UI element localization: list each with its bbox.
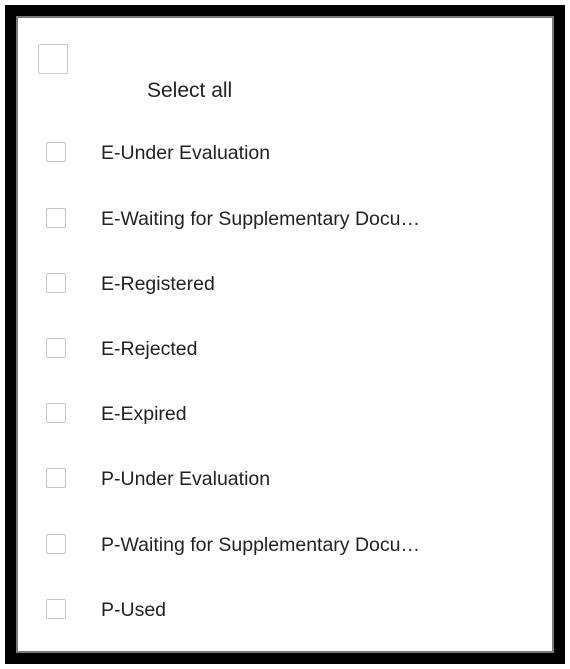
option-p-used[interactable]: P-Used	[18, 593, 552, 643]
option-e-rejected[interactable]: E-Rejected	[18, 332, 552, 382]
option-checkbox[interactable]	[46, 599, 66, 619]
option-e-waiting-for-supplementary-documents[interactable]: E-Waiting for Supplementary Docu…	[18, 202, 552, 252]
option-checkbox[interactable]	[46, 142, 66, 162]
option-checkbox[interactable]	[46, 273, 66, 293]
option-checkbox[interactable]	[46, 338, 66, 358]
option-label: P-Waiting for Supplementary Docu…	[101, 534, 420, 556]
option-checkbox[interactable]	[46, 534, 66, 554]
option-label: P-Under Evaluation	[101, 468, 271, 490]
option-label: E-Waiting for Supplementary Docu…	[101, 208, 420, 230]
option-e-under-evaluation[interactable]: E-Under Evaluation	[18, 136, 552, 186]
option-e-registered[interactable]: E-Registered	[18, 267, 552, 317]
option-label: E-Under Evaluation	[101, 142, 271, 164]
option-checkbox[interactable]	[46, 468, 66, 488]
option-checkbox[interactable]	[46, 208, 66, 228]
select-all-label: Select all	[147, 79, 233, 102]
option-checkbox[interactable]	[46, 403, 66, 423]
option-label: E-Expired	[101, 403, 187, 425]
option-p-waiting-for-supplementary-documents[interactable]: P-Waiting for Supplementary Docu…	[18, 528, 552, 578]
option-e-expired[interactable]: E-Expired	[18, 397, 552, 447]
select-all-checkbox[interactable]	[38, 44, 68, 74]
status-filter-panel: Select all E-Under Evaluation E-Waiting …	[16, 16, 554, 653]
option-label: E-Rejected	[101, 338, 198, 360]
option-label: E-Registered	[101, 273, 215, 295]
option-p-under-evaluation[interactable]: P-Under Evaluation	[18, 462, 552, 512]
option-label: P-Used	[101, 599, 167, 621]
select-all-row[interactable]: Select all	[18, 18, 552, 126]
